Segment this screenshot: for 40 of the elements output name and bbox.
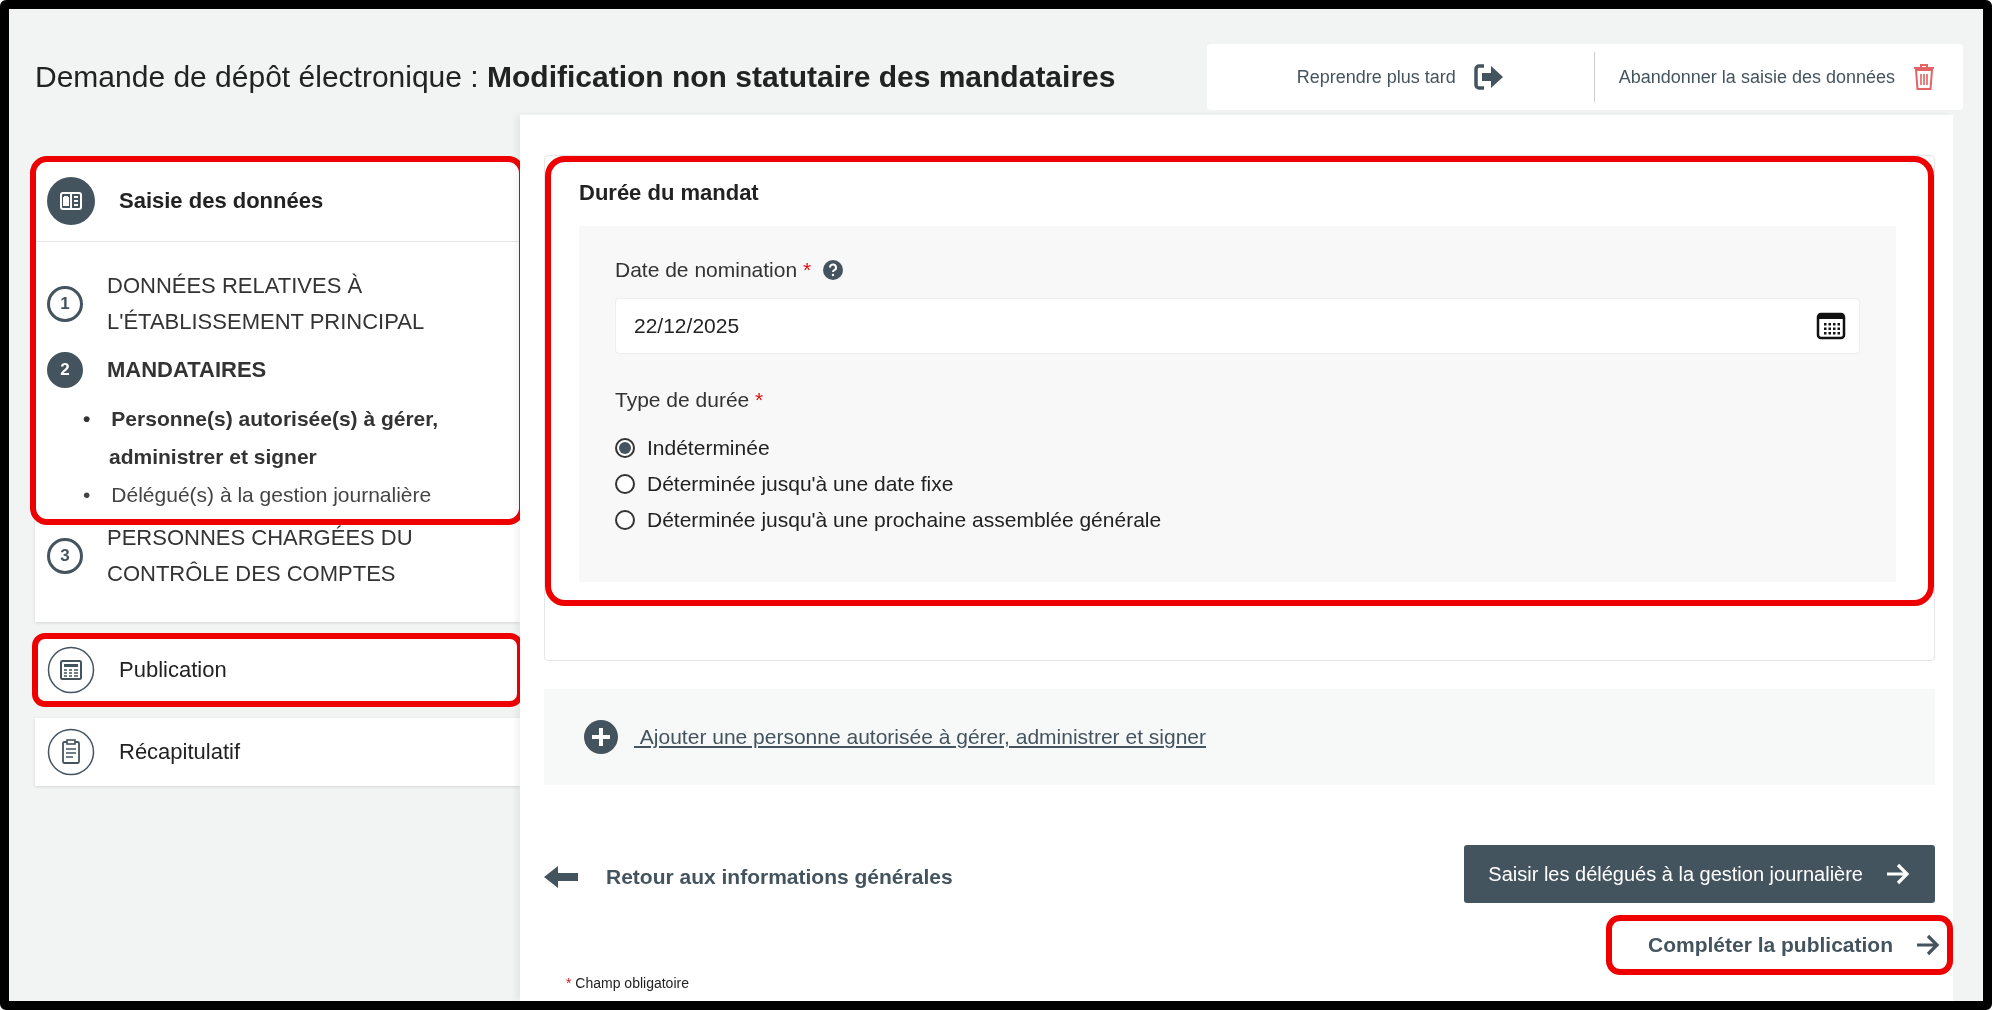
- step-link[interactable]: MANDATAIRES: [107, 352, 267, 388]
- step-link[interactable]: DONNÉES RELATIVES À L'ÉTABLISSEMENT PRINCIPAL: [107, 268, 506, 340]
- date-field[interactable]: 22/12/2025: [615, 298, 1860, 354]
- radio-option[interactable]: Déterminée jusqu'à une prochaine assemblée générale: [615, 502, 1860, 538]
- radio-button[interactable]: [615, 474, 635, 494]
- publication-nav-item[interactable]: Publication: [35, 636, 520, 704]
- plus-icon: [584, 720, 618, 754]
- add-person-link[interactable]: Ajouter une personne autorisée à gérer, administrer et signer: [634, 725, 1206, 749]
- summary-nav-item[interactable]: Récapitulatif: [35, 718, 520, 786]
- calendar-icon[interactable]: [1816, 311, 1846, 341]
- clipboard-icon: [47, 728, 95, 776]
- arrow-right-icon: [1915, 934, 1941, 956]
- book-icon: [47, 177, 95, 225]
- step-link[interactable]: PERSONNES CHARGÉES DU CONTRÔLE DES COMPTES: [107, 520, 506, 592]
- step-number: 1: [47, 286, 83, 322]
- resume-later-button[interactable]: Reprendre plus tard: [1216, 44, 1594, 110]
- page-title: Demande de dépôt électronique : Modification non statutaire des mandataires: [35, 60, 1116, 94]
- complete-publication-button[interactable]: Compléter la publication: [1607, 917, 1951, 973]
- next-step-button[interactable]: Saisir les délégués à la gestion journalière: [1464, 845, 1935, 903]
- field-label: Date de nomination *: [615, 258, 812, 282]
- exit-icon: [1473, 63, 1504, 91]
- required-field-note: * Champ obligatoire: [565, 975, 690, 991]
- radio-button[interactable]: [615, 438, 635, 458]
- abandon-button[interactable]: Abandonner la saisie des données: [1594, 44, 1953, 110]
- trash-icon: [1913, 63, 1935, 91]
- radio-option[interactable]: Déterminée jusqu'à une date fixe: [615, 466, 1860, 502]
- section-title: Saisie des données: [119, 188, 324, 214]
- step-number: 3: [47, 538, 83, 574]
- help-icon[interactable]: [823, 260, 844, 280]
- newspaper-icon: [47, 646, 95, 694]
- arrow-right-icon: [1885, 863, 1911, 885]
- sub-step-link[interactable]: • Personne(s) autorisée(s) à gérer, administrer et signer: [83, 400, 506, 476]
- sub-step-link[interactable]: • Délégué(s) à la gestion journalière: [83, 476, 506, 514]
- field-label: Type de durée *: [615, 388, 765, 412]
- section-title: Durée du mandat: [579, 180, 760, 206]
- radio-button[interactable]: [615, 510, 635, 530]
- arrow-left-icon: [544, 865, 578, 889]
- step-number: 2: [47, 352, 83, 388]
- back-link[interactable]: Retour aux informations générales: [544, 865, 953, 889]
- radio-option[interactable]: Indéterminée: [615, 430, 1860, 466]
